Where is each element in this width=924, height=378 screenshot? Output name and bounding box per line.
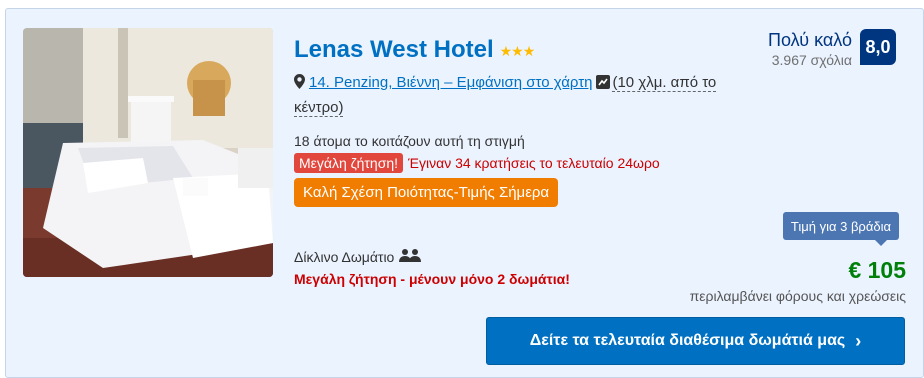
- distance-icon: [596, 73, 611, 96]
- hotel-card: Lenas West Hotel ★★★ 14. Penzing, Βιέννη…: [5, 8, 924, 378]
- rooms-left-warning: Μεγάλη ζήτηση - μένουν μόνο 2 δωμάτια!: [294, 271, 570, 287]
- room-info: Δίκλινο Δωμάτιο: [294, 249, 422, 265]
- see-rooms-button-label: Δείτε τα τελευταία διαθέσιμα δωμάτιά μας: [529, 332, 846, 349]
- demand-row: Μεγάλη ζήτηση! Έγιναν 34 κρατήσεις το τε…: [294, 152, 660, 174]
- star-rating: ★★★: [499, 43, 536, 60]
- chevron-right-icon: ›: [855, 330, 862, 351]
- review-count: 3.967 σχόλια: [771, 52, 852, 68]
- high-demand-badge: Μεγάλη ζήτηση!: [294, 153, 404, 173]
- map-pin-icon: [294, 73, 305, 96]
- hotel-room-photo[interactable]: [23, 28, 273, 277]
- review-score-badge: 8,0: [860, 29, 896, 65]
- two-persons-icon: [399, 249, 422, 265]
- see-rooms-button[interactable]: Δείτε τα τελευταία διαθέσιμα δωμάτιά μας…: [486, 317, 905, 365]
- review-word: Πολύ καλό: [767, 30, 852, 50]
- location-line: 14. Penzing, Βιέννη – Εμφάνιση στο χάρτη…: [294, 71, 726, 119]
- nights-price-label: Τιμή για 3 βράδια: [782, 212, 899, 246]
- hotel-title-row: Lenas West Hotel ★★★: [294, 35, 536, 65]
- show-on-map-link[interactable]: 14. Penzing, Βιέννη – Εμφάνιση στο χάρτη: [309, 74, 592, 91]
- recent-bookings-text: Έγιναν 34 κρατήσεις το τελευταίο 24ωρο: [408, 155, 660, 171]
- hotel-name-link[interactable]: Lenas West Hotel: [294, 36, 494, 64]
- price: € 105: [848, 257, 906, 283]
- review-block[interactable]: Πολύ καλό 3.967 σχόλια 8,0: [768, 29, 896, 69]
- taxes-note: περιλαμβάνει φόρους και χρεώσεις: [689, 288, 906, 304]
- review-text: Πολύ καλό 3.967 σχόλια: [768, 29, 852, 69]
- room-type: Δίκλινο Δωμάτιο: [294, 249, 395, 265]
- good-value-badge: Καλή Σχέση Ποιότητας-Τιμής Σήμερα: [294, 178, 559, 207]
- distance-text-1: (10 χλμ. από το: [612, 74, 717, 91]
- distance-text-2: κέντρο): [294, 99, 344, 116]
- viewers-now: 18 άτομα το κοιτάζουν αυτή τη στιγμή: [294, 133, 525, 149]
